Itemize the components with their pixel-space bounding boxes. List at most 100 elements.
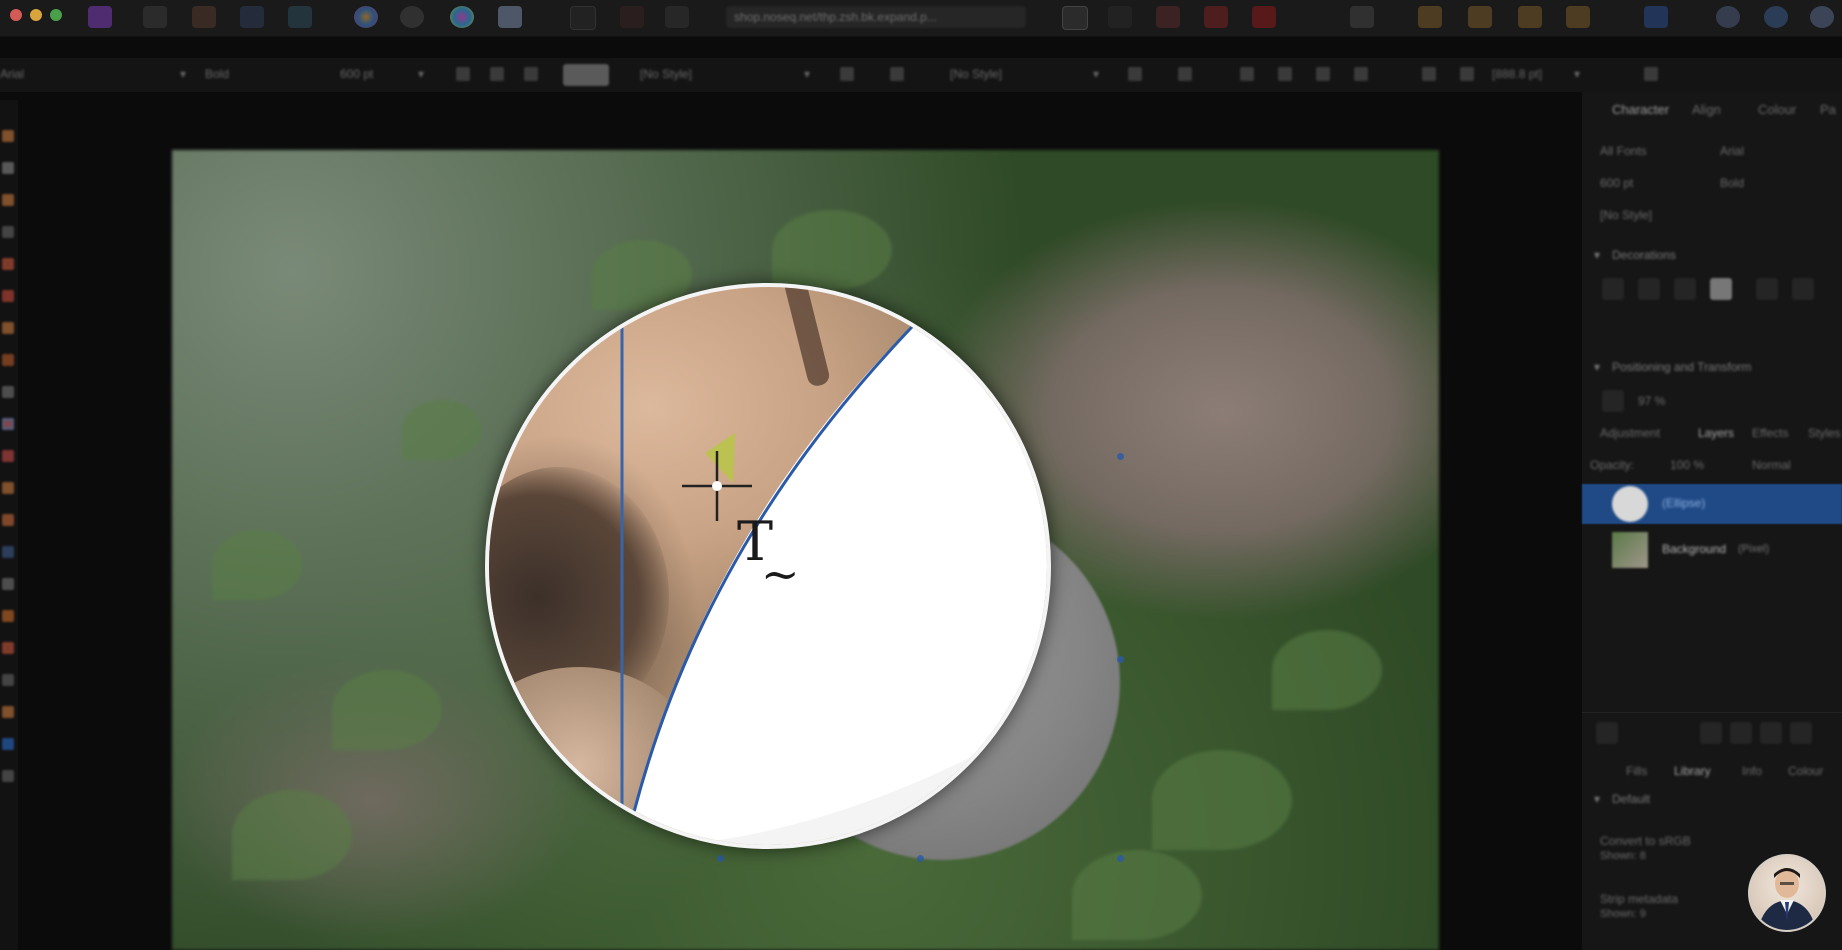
decorations-section[interactable]: Decorations <box>1612 248 1676 262</box>
italic-icon[interactable] <box>490 67 504 81</box>
text-tool-icon[interactable] <box>2 642 14 654</box>
contrast-icon[interactable] <box>400 6 424 28</box>
para-style-icon[interactable] <box>890 67 904 81</box>
char-style-select[interactable]: [No Style] <box>640 67 692 81</box>
arrange-forward-icon[interactable] <box>1468 6 1492 28</box>
tab-align[interactable]: Align <box>1692 102 1721 117</box>
lower-panel-icon[interactable] <box>1790 722 1812 744</box>
font-size-select[interactable]: 600 pt <box>340 67 373 81</box>
bold-icon[interactable] <box>456 67 470 81</box>
ellipse-node[interactable] <box>1117 453 1124 460</box>
lower-panel-icon[interactable] <box>1730 722 1752 744</box>
para-style-select[interactable]: [No Style] <box>950 67 1002 81</box>
tab-character[interactable]: Character <box>1612 102 1669 117</box>
justify-icon[interactable] <box>1354 67 1368 81</box>
clone-brush-icon[interactable] <box>2 354 14 366</box>
white-balance-icon[interactable] <box>498 6 522 28</box>
persona-liquify-icon[interactable] <box>192 6 216 28</box>
color-swatch-icon[interactable] <box>2 738 14 750</box>
text-frame-width[interactable]: [888.8 pt] <box>1492 67 1542 81</box>
font-style-select[interactable]: Bold <box>205 67 229 81</box>
node-tool-icon[interactable] <box>2 578 14 590</box>
default-section[interactable]: Default <box>1612 792 1650 806</box>
clear-style-icon[interactable] <box>840 67 854 81</box>
lower-panel-icon[interactable] <box>1760 722 1782 744</box>
font-family-select[interactable]: Arial <box>0 67 24 81</box>
hand-tool-icon[interactable] <box>2 770 14 782</box>
selection-brush-icon[interactable] <box>2 226 14 238</box>
font-size-dropdown-icon[interactable]: ▾ <box>418 67 424 81</box>
snapping-icon[interactable] <box>1062 6 1088 30</box>
align-left-icon[interactable] <box>1240 67 1254 81</box>
panel-style-select[interactable]: [No Style] <box>1600 208 1652 222</box>
erase-brush-icon[interactable] <box>2 322 14 334</box>
tab-info[interactable]: Info <box>1742 764 1762 778</box>
char-style-dropdown-icon[interactable]: ▾ <box>804 67 810 81</box>
flood-select-icon[interactable] <box>2 258 14 270</box>
blend-mode-select[interactable]: Normal <box>1752 458 1791 472</box>
ellipse-node[interactable] <box>717 855 724 862</box>
arrange-front-icon[interactable] <box>1418 6 1442 28</box>
double-underline-icon[interactable] <box>1638 278 1660 300</box>
panel-font-family[interactable]: Arial <box>1720 144 1744 158</box>
underline-icon[interactable] <box>524 67 538 81</box>
default-section-toggle-icon[interactable]: ▾ <box>1594 792 1600 806</box>
macro-strip-metadata[interactable]: Strip metadata <box>1600 892 1678 906</box>
tab-layers[interactable]: Layers <box>1698 426 1734 440</box>
smudge-icon[interactable] <box>2 482 14 494</box>
outline-icon[interactable] <box>1756 278 1778 300</box>
gradient-tool-icon[interactable] <box>2 418 14 430</box>
layer-name[interactable]: (Ellipse) <box>1662 496 1705 510</box>
persona-develop-icon[interactable] <box>240 6 264 28</box>
panel-font-weight[interactable]: Bold <box>1720 176 1744 190</box>
studio-icon[interactable] <box>1810 6 1834 28</box>
snapping-dropdown-icon[interactable] <box>1108 6 1132 28</box>
tab-colour[interactable]: Colour <box>1758 102 1796 117</box>
ellipse-node[interactable] <box>1117 656 1124 663</box>
fill-tool-icon[interactable] <box>2 450 14 462</box>
persona-export-icon[interactable] <box>288 6 312 28</box>
pin-icon[interactable] <box>1350 6 1374 28</box>
layer-name[interactable]: Background <box>1662 542 1726 556</box>
quick-mask-icon[interactable] <box>1204 6 1228 28</box>
zoom-tool-icon[interactable] <box>2 706 14 718</box>
lower-panel-icon[interactable] <box>1596 722 1618 744</box>
text-flow-icon[interactable] <box>1644 67 1658 81</box>
shadow-icon[interactable] <box>1792 278 1814 300</box>
tab-more[interactable]: Pa <box>1820 102 1836 117</box>
macro-convert-srgb[interactable]: Convert to sRGB <box>1600 834 1691 848</box>
tab-adjustment[interactable]: Adjustment <box>1600 426 1660 440</box>
paint-brush-icon[interactable] <box>2 290 14 302</box>
tab-styles[interactable]: Styles <box>1808 426 1841 440</box>
marquee-icon[interactable] <box>570 6 596 30</box>
assistant-icon[interactable] <box>1716 6 1740 28</box>
tab-effects[interactable]: Effects <box>1752 426 1788 440</box>
navigator-icon[interactable] <box>1602 390 1624 412</box>
dodge-icon[interactable] <box>2 514 14 526</box>
color-wheel-icon[interactable] <box>354 6 378 28</box>
arrange-back-icon[interactable] <box>1566 6 1590 28</box>
arrange-backward-icon[interactable] <box>1518 6 1542 28</box>
healing-brush-icon[interactable] <box>2 386 14 398</box>
pen-tool-icon[interactable] <box>2 546 14 558</box>
align-center-icon[interactable] <box>1278 67 1292 81</box>
document-icon[interactable] <box>665 6 689 28</box>
para-clear-icon[interactable] <box>1128 67 1142 81</box>
transform-icon[interactable] <box>1644 6 1668 28</box>
hsl-icon[interactable] <box>450 6 474 28</box>
app-persona-icon[interactable] <box>88 6 112 28</box>
positioning-section[interactable]: Positioning and Transform <box>1612 360 1751 374</box>
move-tool-icon[interactable] <box>2 130 14 142</box>
document-title-field[interactable]: shop.noseq.net/thp.zsh.bk.expand.p... <box>726 6 1026 28</box>
tab-fills[interactable]: Fills <box>1626 764 1647 778</box>
persona-pixel-icon[interactable] <box>143 6 167 28</box>
align-right-icon[interactable] <box>1316 67 1330 81</box>
underline-decoration-icon[interactable] <box>1602 278 1624 300</box>
close-window-icon[interactable] <box>10 9 22 21</box>
positioning-section-toggle-icon[interactable]: ▾ <box>1594 360 1600 374</box>
vertical-align-top-icon[interactable] <box>1422 67 1436 81</box>
tab-colour-lower[interactable]: Colour <box>1788 764 1823 778</box>
ellipse-node[interactable] <box>1117 855 1124 862</box>
view-tool-icon[interactable] <box>2 162 14 174</box>
vertical-align-middle-icon[interactable] <box>1460 67 1474 81</box>
